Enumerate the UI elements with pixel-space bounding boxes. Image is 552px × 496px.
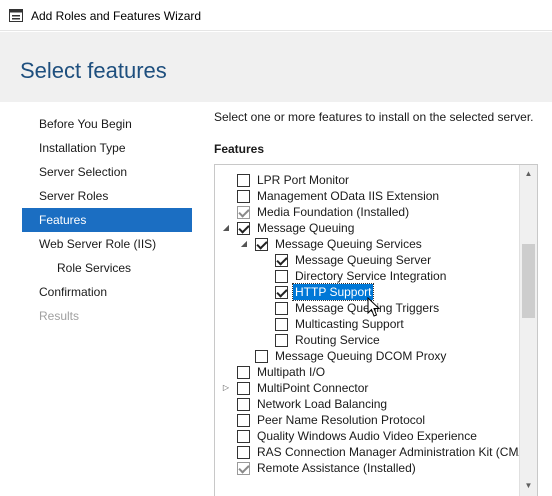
feature-row[interactable]: Media Foundation (Installed) bbox=[215, 204, 521, 220]
feature-label[interactable]: Multicasting Support bbox=[295, 316, 404, 332]
feature-row[interactable]: RAS Connection Manager Administration Ki… bbox=[215, 444, 526, 460]
feature-checkbox bbox=[237, 206, 250, 219]
feature-label[interactable]: Routing Service bbox=[295, 332, 380, 348]
nav-item-confirmation[interactable]: Confirmation bbox=[22, 280, 192, 304]
feature-row[interactable]: Routing Service bbox=[215, 332, 521, 348]
nav-item-results: Results bbox=[39, 309, 80, 323]
feature-row[interactable]: ◢ Message Queuing Services bbox=[215, 236, 521, 252]
feature-row[interactable]: ▷ MultiPoint Connector bbox=[215, 380, 521, 396]
feature-checkbox[interactable] bbox=[237, 446, 250, 459]
nav-item-installation-type[interactable]: Installation Type bbox=[22, 136, 192, 160]
feature-checkbox[interactable] bbox=[275, 254, 288, 267]
scroll-up-arrow-icon[interactable]: ▲ bbox=[520, 165, 537, 182]
feature-label[interactable]: MultiPoint Connector bbox=[257, 380, 368, 396]
feature-checkbox[interactable] bbox=[237, 382, 250, 395]
feature-row[interactable]: Management OData IIS Extension bbox=[215, 188, 521, 204]
window-title: Add Roles and Features Wizard bbox=[31, 9, 202, 23]
features-heading: Features bbox=[214, 142, 265, 156]
feature-label[interactable]: Quality Windows Audio Video Experience bbox=[257, 428, 477, 444]
feature-row[interactable]: Multipath I/O bbox=[215, 364, 521, 380]
feature-row[interactable]: Directory Service Integration bbox=[215, 268, 521, 284]
feature-checkbox[interactable] bbox=[275, 286, 288, 299]
feature-label[interactable]: Message Queuing Services bbox=[275, 236, 422, 252]
feature-row[interactable]: Peer Name Resolution Protocol bbox=[215, 412, 521, 428]
collapse-arrow-icon[interactable]: ◢ bbox=[221, 220, 231, 236]
scroll-down-arrow-icon[interactable]: ▼ bbox=[520, 477, 537, 494]
wizard-nav: Before You Begin Installation Type Server … bbox=[22, 112, 192, 328]
feature-label[interactable]: HTTP Support bbox=[291, 283, 375, 301]
feature-checkbox[interactable] bbox=[275, 334, 288, 347]
feature-label[interactable]: Peer Name Resolution Protocol bbox=[257, 412, 425, 428]
nav-item-features[interactable]: Features bbox=[22, 208, 192, 232]
feature-label[interactable]: Message Queuing bbox=[257, 220, 354, 236]
feature-checkbox[interactable] bbox=[237, 222, 250, 235]
feature-label[interactable]: Remote Assistance (Installed) bbox=[257, 460, 416, 476]
features-tree[interactable]: LPR Port Monitor Management OData IIS Ext… bbox=[214, 164, 538, 496]
nav-item-server-selection[interactable]: Server Selection bbox=[22, 160, 192, 184]
expand-arrow-icon[interactable]: ▷ bbox=[221, 380, 231, 396]
feature-row[interactable]: Network Load Balancing bbox=[215, 396, 521, 412]
feature-checkbox[interactable] bbox=[237, 190, 250, 203]
feature-label[interactable]: Message Queuing DCOM Proxy bbox=[275, 348, 446, 364]
page-title: Select features bbox=[20, 58, 167, 83]
feature-checkbox[interactable] bbox=[275, 302, 288, 315]
feature-row[interactable]: Message Queuing Server bbox=[215, 252, 521, 268]
feature-label[interactable]: Multipath I/O bbox=[257, 364, 325, 380]
server-manager-icon bbox=[9, 9, 23, 22]
feature-checkbox[interactable] bbox=[275, 270, 288, 283]
feature-label[interactable]: LPR Port Monitor bbox=[257, 172, 349, 188]
feature-checkbox bbox=[237, 462, 250, 475]
collapse-arrow-icon[interactable]: ◢ bbox=[239, 236, 249, 252]
feature-label[interactable]: RAS Connection Manager Administration Ki… bbox=[257, 444, 526, 460]
feature-row[interactable]: Remote Assistance (Installed) bbox=[215, 460, 521, 476]
nav-item-server-roles[interactable]: Server Roles bbox=[22, 184, 192, 208]
feature-label[interactable]: Directory Service Integration bbox=[295, 268, 446, 284]
tree-scrollbar[interactable]: ▲ ▼ bbox=[519, 165, 537, 496]
feature-label[interactable]: Network Load Balancing bbox=[257, 396, 387, 412]
feature-checkbox[interactable] bbox=[237, 430, 250, 443]
feature-checkbox[interactable] bbox=[255, 238, 268, 251]
feature-checkbox[interactable] bbox=[275, 318, 288, 331]
title-bar: Add Roles and Features Wizard bbox=[0, 0, 552, 31]
feature-row[interactable]: Message Queuing DCOM Proxy bbox=[215, 348, 521, 364]
feature-checkbox[interactable] bbox=[237, 366, 250, 379]
nav-item-web-server-role-iis[interactable]: Web Server Role (IIS) bbox=[22, 232, 192, 256]
feature-checkbox[interactable] bbox=[237, 174, 250, 187]
description-text: Select one or more features to install o… bbox=[214, 110, 534, 124]
nav-item-before-you-begin[interactable]: Before You Begin bbox=[22, 112, 192, 136]
scroll-thumb[interactable] bbox=[522, 244, 535, 318]
feature-checkbox[interactable] bbox=[237, 398, 250, 411]
feature-label[interactable]: Media Foundation (Installed) bbox=[257, 204, 409, 220]
feature-checkbox[interactable] bbox=[237, 414, 250, 427]
feature-row[interactable]: LPR Port Monitor bbox=[215, 172, 521, 188]
feature-row[interactable]: ◢ Message Queuing bbox=[215, 220, 521, 236]
mouse-cursor-icon bbox=[367, 297, 381, 317]
feature-label[interactable]: Message Queuing Server bbox=[295, 252, 431, 268]
feature-row[interactable]: Quality Windows Audio Video Experience bbox=[215, 428, 521, 444]
feature-label[interactable]: Management OData IIS Extension bbox=[257, 188, 439, 204]
nav-item-role-services[interactable]: Role Services bbox=[22, 256, 192, 280]
feature-checkbox[interactable] bbox=[255, 350, 268, 363]
